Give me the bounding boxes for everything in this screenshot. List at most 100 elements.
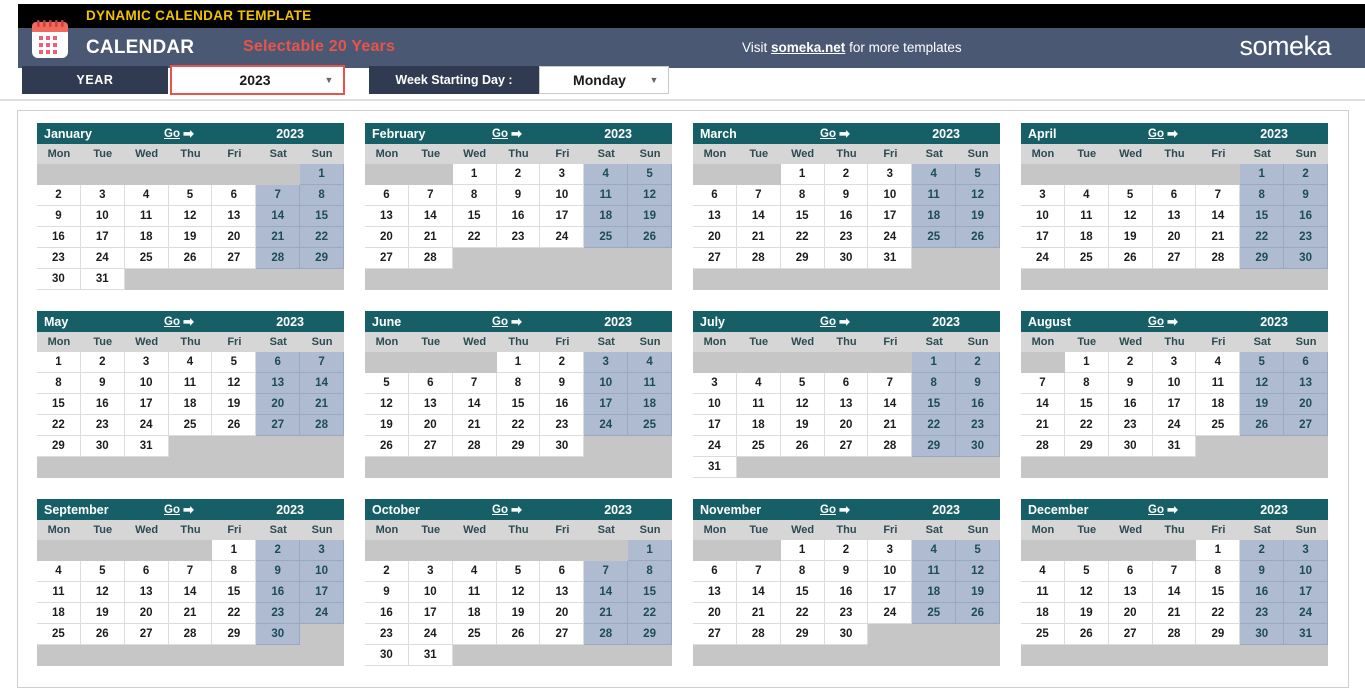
day-cell[interactable]: 27 xyxy=(824,436,869,457)
day-cell[interactable]: 22 xyxy=(628,603,672,624)
day-cell[interactable]: 27 xyxy=(540,624,585,645)
day-cell[interactable]: 28 xyxy=(1021,436,1065,457)
day-cell[interactable]: 3 xyxy=(540,164,585,185)
day-cell[interactable]: 28 xyxy=(736,248,781,269)
day-cell[interactable]: 11 xyxy=(1064,206,1109,227)
day-cell[interactable]: 7 xyxy=(868,373,913,394)
someka-link[interactable]: someka.net xyxy=(771,40,845,55)
day-cell[interactable]: 15 xyxy=(1196,582,1241,603)
day-cell[interactable]: 24 xyxy=(1021,248,1065,269)
day-cell[interactable]: 8 xyxy=(212,561,257,582)
day-cell[interactable]: 25 xyxy=(1196,415,1241,436)
day-cell[interactable]: 14 xyxy=(584,582,629,603)
day-cell[interactable]: 7 xyxy=(408,185,453,206)
day-cell[interactable]: 5 xyxy=(1064,561,1109,582)
day-cell[interactable]: 10 xyxy=(1152,373,1197,394)
day-cell[interactable]: 28 xyxy=(300,415,344,436)
day-cell[interactable]: 26 xyxy=(956,227,1000,248)
day-cell[interactable]: 24 xyxy=(80,248,125,269)
day-cell[interactable]: 2 xyxy=(256,540,301,561)
day-cell[interactable]: 1 xyxy=(37,352,81,373)
go-link[interactable]: Go ➡ xyxy=(492,127,522,140)
day-cell[interactable]: 28 xyxy=(868,436,913,457)
day-cell[interactable]: 5 xyxy=(1108,185,1153,206)
day-cell[interactable]: 19 xyxy=(628,206,672,227)
day-cell[interactable]: 2 xyxy=(37,185,81,206)
day-cell[interactable]: 22 xyxy=(452,227,497,248)
day-cell[interactable]: 9 xyxy=(540,373,585,394)
day-cell[interactable]: 29 xyxy=(912,436,957,457)
day-cell[interactable]: 22 xyxy=(212,603,257,624)
day-cell[interactable]: 4 xyxy=(1196,352,1241,373)
day-cell[interactable]: 5 xyxy=(496,561,541,582)
day-cell[interactable]: 17 xyxy=(868,206,913,227)
day-cell[interactable]: 14 xyxy=(408,206,453,227)
day-cell[interactable]: 30 xyxy=(256,624,301,645)
day-cell[interactable]: 14 xyxy=(300,373,344,394)
day-cell[interactable]: 26 xyxy=(496,624,541,645)
day-cell[interactable]: 16 xyxy=(256,582,301,603)
day-cell[interactable]: 10 xyxy=(868,185,913,206)
day-cell[interactable]: 4 xyxy=(912,164,957,185)
day-cell[interactable]: 6 xyxy=(824,373,869,394)
day-cell[interactable]: 31 xyxy=(868,248,913,269)
day-cell[interactable]: 26 xyxy=(80,624,125,645)
day-cell[interactable]: 27 xyxy=(124,624,169,645)
day-cell[interactable]: 24 xyxy=(1152,415,1197,436)
day-cell[interactable]: 18 xyxy=(736,415,781,436)
day-cell[interactable]: 17 xyxy=(300,582,344,603)
day-cell[interactable]: 13 xyxy=(212,206,257,227)
day-cell[interactable]: 29 xyxy=(1064,436,1109,457)
day-cell[interactable]: 17 xyxy=(868,582,913,603)
day-cell[interactable]: 10 xyxy=(1021,206,1065,227)
day-cell[interactable]: 18 xyxy=(912,582,957,603)
day-cell[interactable]: 20 xyxy=(824,415,869,436)
day-cell[interactable]: 6 xyxy=(693,185,737,206)
day-cell[interactable]: 14 xyxy=(168,582,213,603)
day-cell[interactable]: 20 xyxy=(693,603,737,624)
day-cell[interactable]: 30 xyxy=(956,436,1000,457)
day-cell[interactable]: 19 xyxy=(956,206,1000,227)
day-cell[interactable]: 25 xyxy=(1021,624,1065,645)
day-cell[interactable]: 25 xyxy=(1064,248,1109,269)
day-cell[interactable]: 26 xyxy=(168,248,213,269)
day-cell[interactable]: 29 xyxy=(780,248,825,269)
day-cell[interactable]: 6 xyxy=(212,185,257,206)
day-cell[interactable]: 16 xyxy=(1284,206,1328,227)
day-cell[interactable]: 2 xyxy=(540,352,585,373)
day-cell[interactable]: 25 xyxy=(912,603,957,624)
day-cell[interactable]: 30 xyxy=(824,248,869,269)
day-cell[interactable]: 24 xyxy=(408,624,453,645)
day-cell[interactable]: 5 xyxy=(168,185,213,206)
day-cell[interactable]: 7 xyxy=(1021,373,1065,394)
day-cell[interactable]: 28 xyxy=(452,436,497,457)
day-cell[interactable]: 15 xyxy=(1064,394,1109,415)
day-cell[interactable]: 4 xyxy=(584,164,629,185)
day-cell[interactable]: 9 xyxy=(824,561,869,582)
day-cell[interactable]: 3 xyxy=(1284,540,1328,561)
day-cell[interactable]: 19 xyxy=(956,582,1000,603)
day-cell[interactable]: 21 xyxy=(1196,227,1241,248)
day-cell[interactable]: 8 xyxy=(1064,373,1109,394)
day-cell[interactable]: 23 xyxy=(1108,415,1153,436)
day-cell[interactable]: 13 xyxy=(1108,582,1153,603)
day-cell[interactable]: 15 xyxy=(300,206,344,227)
day-cell[interactable]: 8 xyxy=(1240,185,1285,206)
day-cell[interactable]: 15 xyxy=(628,582,672,603)
day-cell[interactable]: 4 xyxy=(452,561,497,582)
day-cell[interactable]: 25 xyxy=(736,436,781,457)
day-cell[interactable]: 6 xyxy=(1284,352,1328,373)
day-cell[interactable]: 5 xyxy=(1240,352,1285,373)
day-cell[interactable]: 27 xyxy=(1284,415,1328,436)
day-cell[interactable]: 6 xyxy=(365,185,409,206)
day-cell[interactable]: 31 xyxy=(693,457,737,478)
day-cell[interactable]: 28 xyxy=(1196,248,1241,269)
day-cell[interactable]: 12 xyxy=(365,394,409,415)
day-cell[interactable]: 2 xyxy=(80,352,125,373)
day-cell[interactable]: 9 xyxy=(37,206,81,227)
day-cell[interactable]: 10 xyxy=(408,582,453,603)
day-cell[interactable]: 19 xyxy=(80,603,125,624)
day-cell[interactable]: 11 xyxy=(584,185,629,206)
day-cell[interactable]: 16 xyxy=(496,206,541,227)
day-cell[interactable]: 1 xyxy=(452,164,497,185)
